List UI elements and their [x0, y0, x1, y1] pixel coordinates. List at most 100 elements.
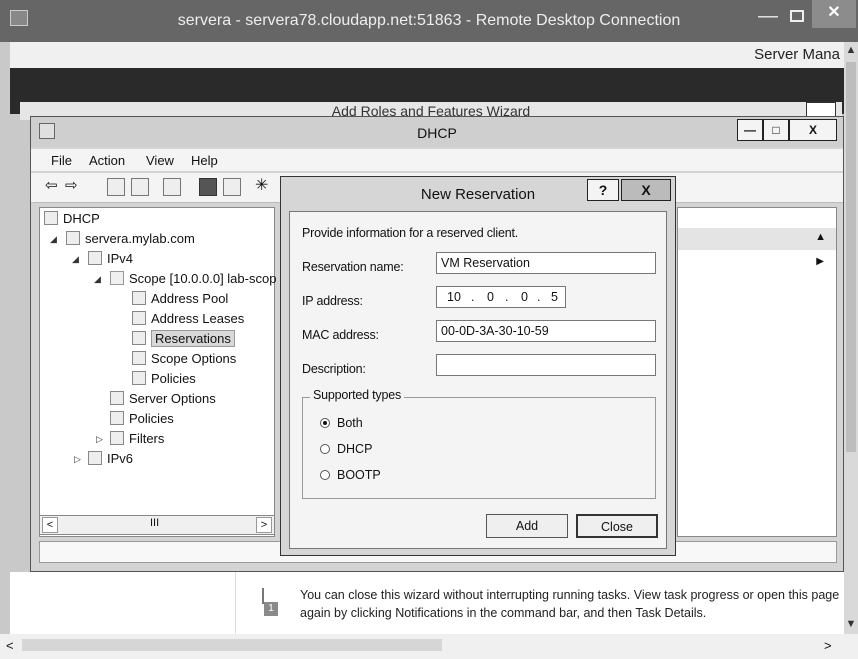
scroll-thumb[interactable] [846, 62, 856, 452]
dialog-help-button[interactable]: ? [587, 179, 619, 201]
scroll-left-icon[interactable]: < [6, 638, 14, 653]
close-dialog-button[interactable]: Close [576, 514, 658, 538]
scroll-right-icon[interactable]: > [824, 638, 832, 653]
ip-octet-3: 0 [521, 290, 528, 304]
asterisk-icon[interactable]: ✳ [255, 175, 273, 194]
dhcp-title-bar: DHCP — □ X [31, 117, 843, 147]
reservation-name-label: Reservation name: [302, 260, 404, 274]
radio-icon [320, 470, 330, 480]
collapse-up-icon[interactable]: ▲ [815, 231, 826, 243]
expand-arrow-icon[interactable]: ▷ [74, 454, 81, 465]
ip-address-field[interactable]: 10 . 0 . 0 . 5 [436, 286, 566, 308]
scope-options-icon [132, 351, 146, 365]
forward-arrow-icon[interactable]: ⇨ [65, 176, 83, 194]
policies-icon [132, 371, 146, 385]
minimize-button[interactable]: — [754, 6, 782, 28]
policies-icon [110, 411, 124, 425]
back-arrow-icon[interactable]: ⇦ [45, 176, 63, 194]
tree-horizontal-scrollbar[interactable]: < III > [39, 515, 275, 535]
tree-node-scope-policies[interactable]: Policies [132, 370, 196, 388]
menu-view[interactable]: View [146, 153, 174, 168]
tree-node-server[interactable]: servera.mylab.com [66, 230, 195, 248]
address-pool-icon [132, 291, 146, 305]
horizontal-scrollbar[interactable]: < > [0, 634, 858, 659]
ip-octet-1: 10 [447, 290, 461, 304]
collapse-arrow-icon[interactable]: ◢ [72, 254, 79, 265]
menu-file[interactable]: File [51, 153, 72, 168]
maximize-button[interactable] [784, 6, 810, 28]
dhcp-root-icon [44, 211, 58, 225]
vertical-scrollbar[interactable]: ▲ ▼ [844, 42, 858, 634]
wizard-note: You can close this wizard without interr… [300, 588, 840, 620]
close-button[interactable]: ✕ [812, 0, 856, 28]
scroll-left-icon[interactable]: < [42, 517, 58, 533]
server-manager-title-strip: Server Mana [10, 42, 844, 68]
description-field[interactable] [436, 354, 656, 376]
actions-header: ▲ [678, 228, 836, 250]
server-options-icon [110, 391, 124, 405]
tree-node-filters[interactable]: Filters [110, 430, 164, 448]
dialog-close-button[interactable]: X [621, 179, 671, 201]
menu-bar: File Action View Help [31, 149, 843, 171]
scroll-thumb-grip[interactable]: III [150, 517, 159, 529]
show-hide-tree-icon[interactable] [131, 178, 149, 196]
dhcp-maximize-button[interactable]: □ [763, 119, 789, 141]
help-icon[interactable] [199, 178, 217, 196]
tree-node-address-leases[interactable]: Address Leases [132, 310, 244, 328]
radio-both[interactable]: Both [320, 416, 363, 430]
scroll-up-icon[interactable]: ▲ [844, 44, 858, 56]
up-folder-icon[interactable] [107, 178, 125, 196]
tree-node-reservations[interactable]: Reservations [132, 330, 235, 348]
rdp-title-bar: servera - servera78.cloudapp.net:51863 -… [0, 0, 858, 42]
menu-help[interactable]: Help [191, 153, 218, 168]
radio-bootp[interactable]: BOOTP [320, 468, 381, 482]
scroll-down-icon[interactable]: ▼ [844, 618, 858, 630]
dialog-title-bar: New Reservation ? X [281, 177, 675, 209]
tree-node-policies[interactable]: Policies [110, 410, 174, 428]
dhcp-minimize-button[interactable]: — [737, 119, 763, 141]
radio-icon [320, 444, 330, 454]
ipv4-icon [88, 251, 102, 265]
tree-node-dhcp[interactable]: DHCP [44, 210, 100, 228]
scroll-right-icon[interactable]: > [256, 517, 272, 533]
add-button[interactable]: Add [486, 514, 568, 538]
notification-badge: 1 [264, 602, 278, 616]
radio-selected-icon [320, 418, 330, 428]
folder-icon [110, 271, 124, 285]
maximize-icon [790, 10, 804, 22]
radio-dhcp[interactable]: DHCP [320, 442, 372, 456]
collapse-arrow-icon[interactable]: ◢ [50, 234, 57, 245]
dialog-body: Provide information for a reserved clien… [289, 211, 667, 549]
dhcp-close-button[interactable]: X [789, 119, 837, 141]
mac-address-label: MAC address: [302, 328, 379, 342]
refresh-icon[interactable] [163, 178, 181, 196]
tree-node-server-options[interactable]: Server Options [110, 390, 216, 408]
ip-address-label: IP address: [302, 294, 363, 308]
tree-node-ipv4[interactable]: IPv4 [88, 250, 133, 268]
tree-node-ipv6[interactable]: IPv6 [88, 450, 133, 468]
reservation-name-field[interactable]: VM Reservation [436, 252, 656, 274]
menu-action[interactable]: Action [89, 153, 125, 168]
properties-icon[interactable] [223, 178, 241, 196]
dialog-intro: Provide information for a reserved clien… [302, 226, 519, 240]
expand-arrow-icon[interactable]: ▷ [96, 434, 103, 445]
dhcp-window-title: DHCP [417, 125, 457, 141]
tree-node-address-pool[interactable]: Address Pool [132, 290, 228, 308]
new-reservation-dialog: New Reservation ? X Provide information … [280, 176, 676, 556]
wizard-nav-pane [10, 572, 236, 634]
address-leases-icon [132, 311, 146, 325]
supported-types-legend: Supported types [310, 388, 405, 402]
server-icon [66, 231, 80, 245]
tree-node-scope-options[interactable]: Scope Options [132, 350, 236, 368]
more-actions-arrow-icon[interactable]: ▶ [816, 256, 824, 267]
ip-octet-2: 0 [487, 290, 494, 304]
collapse-arrow-icon[interactable]: ◢ [94, 274, 101, 285]
console-tree: DHCP ◢ servera.mylab.com ◢ IPv4 ◢ Scope … [39, 207, 276, 537]
mac-address-field[interactable]: 00-0D-3A-30-10-59 [436, 320, 656, 342]
scroll-thumb[interactable] [22, 639, 442, 651]
filters-icon [110, 431, 124, 445]
ipv6-icon [88, 451, 102, 465]
tree-node-scope[interactable]: Scope [10.0.0.0] lab-scop [110, 270, 276, 288]
rdp-window-title: servera - servera78.cloudapp.net:51863 -… [177, 12, 681, 29]
notification-flag-icon: 1 [262, 588, 278, 616]
